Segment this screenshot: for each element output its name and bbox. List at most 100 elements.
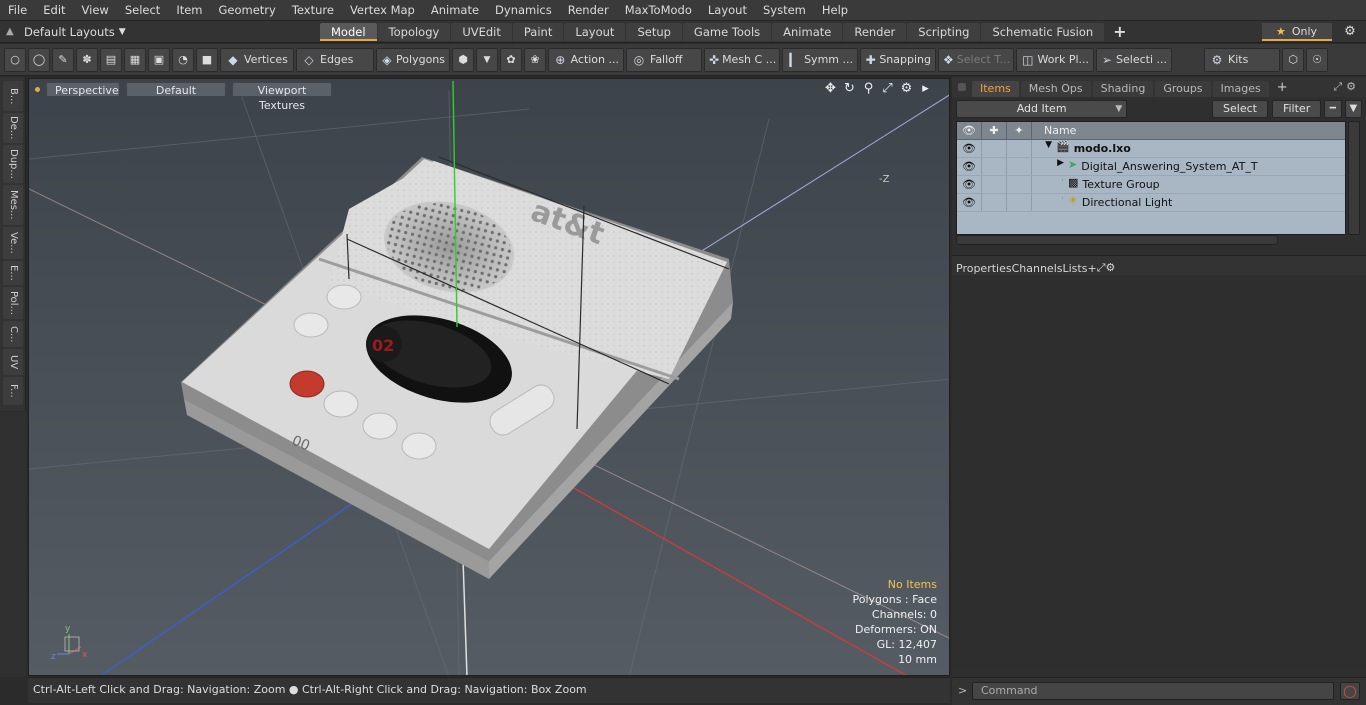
tab-paint[interactable]: Paint [512,22,564,41]
menu-animate[interactable]: Animate [423,0,487,21]
menu-layout[interactable]: Layout [700,0,755,21]
left-tab-uv[interactable]: UV [3,349,23,375]
panel-menu-icon[interactable] [958,83,966,91]
menu-texture[interactable]: Texture [284,0,342,21]
menu-vertex-map[interactable]: Vertex Map [342,0,423,21]
panel-expand-gear-icon[interactable]: ⤢⚙ [1333,80,1360,94]
menu-file[interactable]: File [0,0,35,21]
polygons-button[interactable]: ◈ Polygons [376,47,450,72]
maximize-view-icon[interactable]: ⤢ [878,81,897,96]
only-toggle[interactable]: ★ Only [1262,23,1332,41]
tab-topology[interactable]: Topology [377,22,451,41]
cube-icon[interactable]: ■ [196,47,218,72]
rotate-view-icon[interactable]: ↻ [840,81,859,96]
dropdown-arrow-icon[interactable]: ▼ [476,47,498,72]
type-col-icon[interactable]: ✦ [1007,122,1032,139]
item-mode-icon[interactable]: ⬢ [452,47,474,72]
tree-row-scene[interactable]: 👁 ▼ 🎬 modo.lxo [957,140,1345,158]
zoom-view-icon[interactable]: ⚲ [859,81,878,96]
tree-horizontal-scrollbar[interactable] [956,235,1278,245]
viewport-gear-icon[interactable]: ⚙ [897,81,916,96]
left-tab-duplicate[interactable]: Dup... [3,145,23,183]
add-panel-tab-icon[interactable]: + [1271,80,1294,97]
panel-expand-gear-icon[interactable]: ⤢⚙ [1097,261,1116,275]
expand-arrow-icon[interactable]: ▶ [1032,158,1068,175]
tree-row-mesh[interactable]: 👁 ▶ ➤ Digital_Answering_System_AT_T [957,158,1345,176]
add-tab-icon[interactable]: + [1105,22,1134,41]
menu-maxtomodo[interactable]: MaxToModo [617,0,700,21]
gear-icon[interactable]: ⚙ [1340,23,1360,41]
chevron-right-icon[interactable]: > [958,684,967,697]
tab-lists[interactable]: Lists [1063,262,1088,275]
select-through-button[interactable]: ❖ Select T... [938,47,1014,72]
funnel-icon[interactable]: ▼ [1344,100,1362,118]
symmetry-button[interactable]: ▎ Symm ... [782,47,858,72]
tab-uvedit[interactable]: UVEdit [451,22,512,41]
stack-icon[interactable]: ▤ [100,47,122,72]
layouts-dropdown[interactable]: ▲ Default Layouts ▼ [0,25,320,39]
tab-animate[interactable]: Animate [772,22,843,41]
tab-setup[interactable]: Setup [626,22,682,41]
mesh-constraint-button[interactable]: ✜ Mesh C ... [704,47,780,72]
filter-button[interactable]: Filter [1271,100,1322,118]
kits-button[interactable]: ⚙ Kits [1204,47,1280,72]
add-panel-tab-icon[interactable]: + [1087,262,1096,275]
left-tab-edge[interactable]: E... [3,261,23,285]
viewport-arrow-icon[interactable]: ▸ [916,81,935,96]
unity-icon[interactable]: ⬡ [1282,47,1304,72]
collapse-icon[interactable]: ▲ [6,26,24,37]
tab-items[interactable]: Items [972,81,1019,97]
collapse-list-icon[interactable]: ━ [1324,100,1342,118]
select-circle-icon[interactable]: ○ [4,47,26,72]
expand-arrow-icon[interactable]: ▼ [1032,140,1056,157]
menu-help[interactable]: Help [814,0,856,21]
tab-properties[interactable]: Properties [956,262,1012,275]
move-view-icon[interactable]: ✥ [821,81,840,96]
tab-mesh-ops[interactable]: Mesh Ops [1020,81,1091,97]
viewport-menu-dot-icon[interactable] [35,86,40,92]
tab-images[interactable]: Images [1212,81,1269,97]
left-tab-basic[interactable]: B... [3,81,23,111]
tab-render[interactable]: Render [843,22,907,41]
left-tab-vertex[interactable]: Ve... [3,227,23,259]
select-button[interactable]: Select [1212,100,1268,118]
eye-icon[interactable]: 👁 [957,158,982,175]
action-center-button[interactable]: ⊕ Action ... [548,47,624,72]
menu-edit[interactable]: Edit [35,0,73,21]
tab-game-tools[interactable]: Game Tools [682,22,772,41]
grid-icon[interactable]: ▦ [124,47,146,72]
brush-icon[interactable]: ✽ [76,47,98,72]
pen-icon[interactable]: ✎ [52,47,74,72]
snapping-button[interactable]: ✚ Snapping [860,47,936,72]
add-item-dropdown[interactable]: Add Item ▼ [956,100,1128,118]
menu-dynamics[interactable]: Dynamics [487,0,560,21]
left-tab-deform[interactable]: De... [3,113,23,143]
shading-default-button[interactable]: Default [126,81,226,97]
tab-schematic-fusion[interactable]: Schematic Fusion [981,22,1105,41]
perspective-button[interactable]: Perspective [46,81,120,97]
globe-icon[interactable]: ◯ [28,47,50,72]
eye-icon[interactable]: 👁 [957,140,982,157]
menu-render[interactable]: Render [560,0,617,21]
menu-view[interactable]: View [74,0,117,21]
lock-col-icon[interactable]: ✚ [982,122,1007,139]
edges-button[interactable]: ◇ Edges [296,47,374,72]
menu-system[interactable]: System [755,0,814,21]
tab-shading[interactable]: Shading [1092,81,1154,97]
left-tab-mesh-edit[interactable]: Mes... [3,185,23,225]
tab-model[interactable]: Model [320,22,377,41]
clock-icon[interactable]: ◔ [172,47,194,72]
eye-icon[interactable]: 👁 [957,176,982,193]
soccer-icon[interactable]: ❀ [524,47,546,72]
work-plane-button[interactable]: ◫ Work Pl... [1016,47,1094,72]
material-icon[interactable]: ✿ [500,47,522,72]
command-input[interactable]: Command [972,682,1334,700]
eye-icon[interactable]: 👁 [957,194,982,211]
tree-row-directional-light[interactable]: 👁 · ☀ Directional Light [957,194,1345,212]
visibility-col-icon[interactable]: 👁 [957,122,982,139]
menu-item[interactable]: Item [168,0,210,21]
vertices-button[interactable]: ◆ Vertices [220,47,294,72]
name-column-header[interactable]: Name [1032,122,1076,139]
3d-viewport[interactable]: at&t 02 00 y x z Perspective Default Vie… [28,78,950,676]
tree-row-texture-group[interactable]: 👁 · ▩ Texture Group [957,176,1345,194]
